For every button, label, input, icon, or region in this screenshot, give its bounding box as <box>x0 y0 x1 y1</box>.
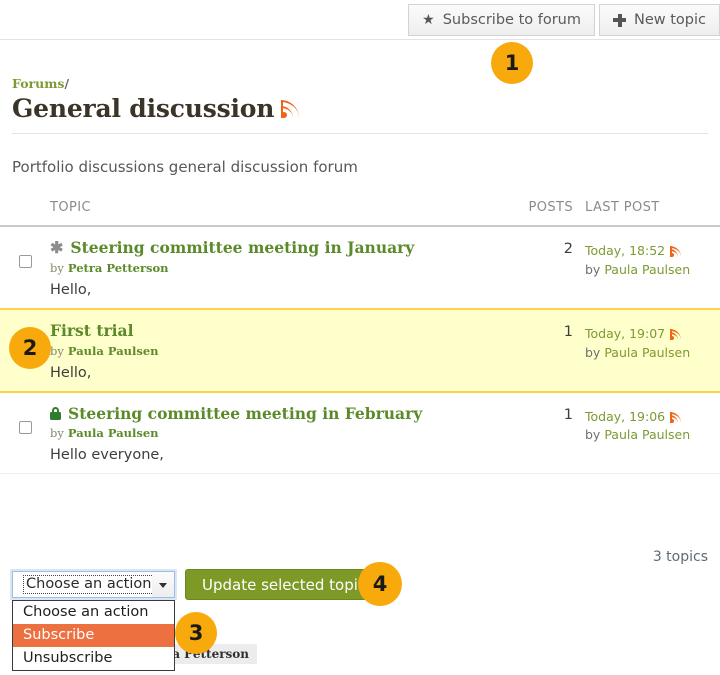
row-select-checkbox[interactable] <box>19 421 32 434</box>
posts-count: 1 <box>498 405 573 423</box>
topic-count: 3 topics <box>653 549 708 565</box>
rss-icon[interactable] <box>670 329 681 340</box>
option-subscribe[interactable]: Subscribe <box>13 624 174 647</box>
last-post-cell: Today, 19:06 by Paula Paulsen <box>573 405 720 446</box>
topic-snippet: Hello, <box>50 282 498 298</box>
topic-snippet: Hello, <box>50 365 498 381</box>
last-post-author-link[interactable]: Paula Paulsen <box>604 262 690 277</box>
action-select-options: Choose an action Subscribe Unsubscribe <box>12 600 175 671</box>
page-title-text: General discussion <box>12 94 274 123</box>
topic-title: ✱ Steering committee meeting in January <box>50 239 498 257</box>
plus-icon <box>613 14 626 27</box>
last-post-time[interactable]: Today, 19:06 <box>585 408 665 427</box>
table-row: ✱ Steering committee meeting in January … <box>0 227 720 309</box>
topic-title: Steering committee meeting in February <box>50 405 498 423</box>
breadcrumb-separator: / <box>64 76 69 91</box>
byline-prefix: by <box>50 426 64 440</box>
step-badge-1: 1 <box>491 42 533 84</box>
column-header-last-post: LAST POST <box>573 200 720 215</box>
option-unsubscribe[interactable]: Unsubscribe <box>13 647 174 670</box>
table-row: First trial by Paula Paulsen Hello, 1 To… <box>0 308 720 393</box>
rss-icon[interactable] <box>281 100 299 118</box>
last-post-time[interactable]: Today, 18:52 <box>585 242 665 261</box>
byline-prefix: by <box>50 344 64 358</box>
forum-description: Portfolio discussions general discussion… <box>12 158 358 176</box>
forum-page: ★ Subscribe to forum New topic Forums/ G… <box>0 0 720 675</box>
table-row: Steering committee meeting in February b… <box>0 393 720 475</box>
row-checkbox-cell <box>0 239 50 268</box>
topic-cell: First trial by Paula Paulsen Hello, <box>50 322 498 381</box>
topic-cell: Steering committee meeting in February b… <box>50 405 498 464</box>
topic-author-link[interactable]: Petra Petterson <box>68 261 169 275</box>
last-post-time-row: Today, 19:07 <box>585 325 720 344</box>
last-post-cell: Today, 18:52 by Paula Paulsen <box>573 239 720 280</box>
breadcrumb: Forums/ <box>12 76 69 91</box>
row-checkbox-cell <box>0 405 50 434</box>
step-badge-3: 3 <box>175 612 217 654</box>
action-select-value: Choose an action <box>23 575 154 594</box>
step-badge-2: 2 <box>9 327 51 369</box>
last-post-by-prefix: by <box>585 262 600 277</box>
topic-byline: by Paula Paulsen <box>50 426 498 440</box>
action-select-wrapper: Choose an action <box>12 571 175 598</box>
last-post-author-link[interactable]: Paula Paulsen <box>604 345 690 360</box>
rss-icon[interactable] <box>670 246 681 257</box>
topic-title-link[interactable]: First trial <box>50 322 134 340</box>
topic-title: First trial <box>50 322 498 340</box>
page-toolbar: ★ Subscribe to forum New topic <box>0 0 720 40</box>
page-title: General discussion <box>12 94 299 123</box>
last-post-author-row: by Paula Paulsen <box>585 426 720 445</box>
option-choose-an-action[interactable]: Choose an action <box>13 601 174 624</box>
rss-icon[interactable] <box>670 412 681 423</box>
topic-title-link[interactable]: Steering committee meeting in February <box>68 405 422 423</box>
new-topic-button[interactable]: New topic <box>599 4 720 36</box>
last-post-author-row: by Paula Paulsen <box>585 261 720 280</box>
topic-author-link[interactable]: Paula Paulsen <box>68 344 159 358</box>
column-header-topic: TOPIC <box>50 200 498 215</box>
last-post-by-prefix: by <box>585 427 600 442</box>
last-post-by-prefix: by <box>585 345 600 360</box>
topic-snippet: Hello everyone, <box>50 447 498 463</box>
last-post-author-row: by Paula Paulsen <box>585 344 720 363</box>
last-post-cell: Today, 19:07 by Paula Paulsen <box>573 322 720 363</box>
title-divider <box>12 133 708 134</box>
step-badge-4: 4 <box>358 562 402 606</box>
last-post-time[interactable]: Today, 19:07 <box>585 325 665 344</box>
topic-cell: ✱ Steering committee meeting in January … <box>50 239 498 298</box>
star-icon: ★ <box>422 13 435 27</box>
sticky-asterisk-icon: ✱ <box>50 240 63 256</box>
last-post-time-row: Today, 18:52 <box>585 242 720 261</box>
subscribe-to-forum-label: Subscribe to forum <box>443 12 581 28</box>
new-topic-label: New topic <box>634 12 706 28</box>
column-header-posts: POSTS <box>498 200 573 215</box>
subscribe-to-forum-button[interactable]: ★ Subscribe to forum <box>408 4 595 36</box>
last-post-time-row: Today, 19:06 <box>585 408 720 427</box>
table-header-row: TOPIC POSTS LAST POST <box>0 200 720 227</box>
topic-byline: by Paula Paulsen <box>50 344 498 358</box>
topic-author-link[interactable]: Paula Paulsen <box>68 426 159 440</box>
action-select[interactable]: Choose an action <box>12 571 175 598</box>
lock-icon <box>50 407 61 420</box>
byline-prefix: by <box>50 261 64 275</box>
chevron-down-icon <box>159 583 167 588</box>
topics-table: TOPIC POSTS LAST POST ✱ Steering committ… <box>0 200 720 474</box>
last-post-author-link[interactable]: Paula Paulsen <box>604 427 690 442</box>
topic-title-link[interactable]: Steering committee meeting in January <box>70 239 414 257</box>
breadcrumb-forums-link[interactable]: Forums <box>12 76 64 91</box>
posts-count: 2 <box>498 239 573 257</box>
row-select-checkbox[interactable] <box>19 255 32 268</box>
posts-count: 1 <box>498 322 573 340</box>
topic-byline: by Petra Petterson <box>50 261 498 275</box>
toolbar-button-group: ★ Subscribe to forum New topic <box>408 4 720 36</box>
